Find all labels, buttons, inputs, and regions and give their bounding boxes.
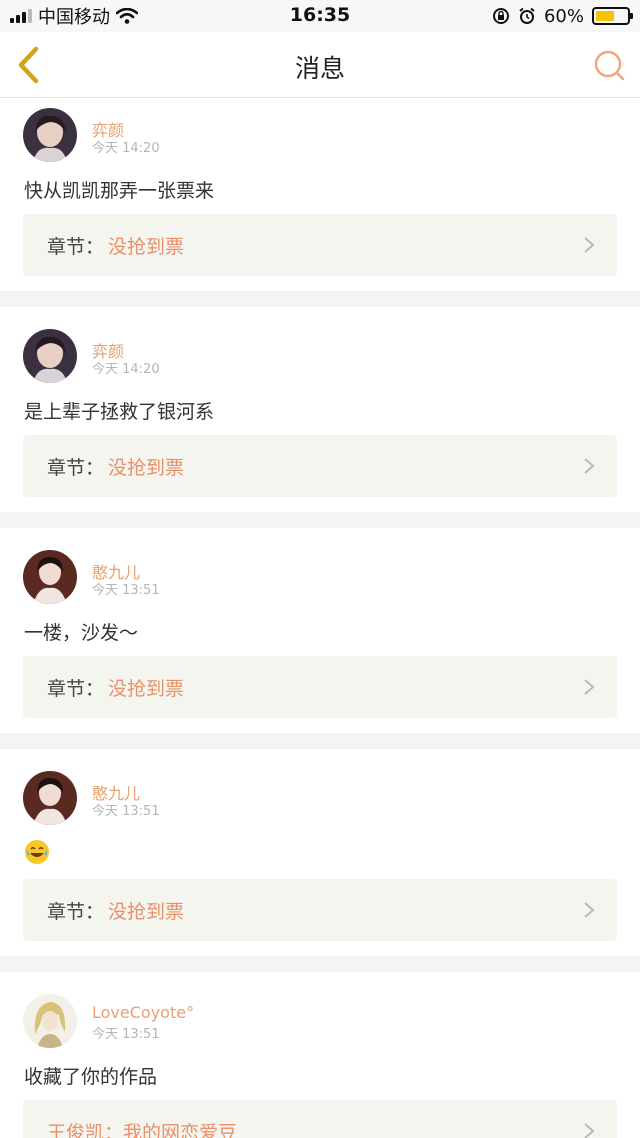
separator (0, 291, 640, 307)
message-time: 今天 14:20 (92, 362, 160, 377)
work-title: 王俊凯：我的网恋爱豆 (47, 1122, 238, 1138)
status-bar: 中国移动 16:35 60% (0, 0, 640, 32)
message-time: 今天 14:20 (92, 141, 160, 156)
chapter-label: 章节： (47, 236, 105, 258)
chapter-link[interactable]: 章节： 没抢到票 (23, 656, 617, 718)
search-icon[interactable] (592, 48, 626, 82)
chapter-label: 章节： (47, 457, 105, 479)
chevron-right-icon (584, 237, 595, 253)
chapter-label: 章节： (47, 678, 105, 700)
laughing-tears-emoji (25, 840, 49, 864)
message-text: 是上辈子拯救了银河系 (24, 401, 215, 423)
username[interactable]: LoveCoyote° (92, 1003, 194, 1022)
chapter-title: 没抢到票 (108, 678, 185, 700)
status-right: 60% (492, 4, 633, 28)
page-title: 消息 (294, 54, 345, 83)
avatar[interactable] (23, 108, 77, 162)
battery-icon (592, 7, 633, 25)
message-time: 今天 13:51 (92, 804, 160, 819)
rotation-lock-icon (492, 8, 509, 24)
nav-bar: 消息 (0, 32, 640, 98)
chevron-right-icon (584, 458, 595, 474)
avatar[interactable] (23, 771, 77, 825)
battery-percent: 60% (543, 5, 584, 27)
separator (0, 956, 640, 972)
chevron-right-icon (584, 902, 595, 918)
chapter-title: 没抢到票 (108, 901, 185, 923)
avatar[interactable] (23, 329, 77, 383)
message-item: 憨九儿 今天 13:51 一楼，沙发～ 章节： 没抢到票 (0, 528, 640, 733)
chapter-link[interactable]: 章节： 没抢到票 (23, 435, 617, 497)
message-item: LoveCoyote° 今天 13:51 收藏了你的作品 王俊凯：我的网恋爱豆 (0, 972, 640, 1138)
chapter-title: 没抢到票 (108, 236, 185, 258)
chapter-title: 没抢到票 (108, 457, 185, 479)
separator (0, 733, 640, 749)
chevron-right-icon (584, 679, 595, 695)
message-feed: 弈颜 今天 14:20 快从凯凯那弄一张票来 章节： 没抢到票 弈颜 今天 14… (0, 99, 640, 1138)
chapter-link[interactable]: 章节： 没抢到票 (23, 879, 617, 941)
avatar[interactable] (23, 994, 77, 1048)
message-item: 憨九儿 今天 13:51 章节： 没抢到票 (0, 749, 640, 956)
message-item: 弈颜 今天 14:20 是上辈子拯救了银河系 章节： 没抢到票 (0, 307, 640, 512)
avatar[interactable] (23, 550, 77, 604)
message-item: 弈颜 今天 14:20 快从凯凯那弄一张票来 章节： 没抢到票 (0, 99, 640, 291)
chapter-label: 章节： (47, 901, 105, 923)
message-text: 一楼，沙发～ (24, 622, 139, 644)
work-link[interactable]: 王俊凯：我的网恋爱豆 (23, 1100, 617, 1138)
message-time: 今天 13:51 (92, 1027, 160, 1042)
message-text: 收藏了你的作品 (24, 1066, 158, 1088)
separator (0, 512, 640, 528)
chapter-link[interactable]: 章节： 没抢到票 (23, 214, 617, 276)
message-time: 今天 13:51 (92, 583, 160, 598)
alarm-icon (519, 7, 535, 24)
chevron-right-icon (584, 1123, 595, 1138)
message-text: 快从凯凯那弄一张票来 (24, 180, 215, 202)
